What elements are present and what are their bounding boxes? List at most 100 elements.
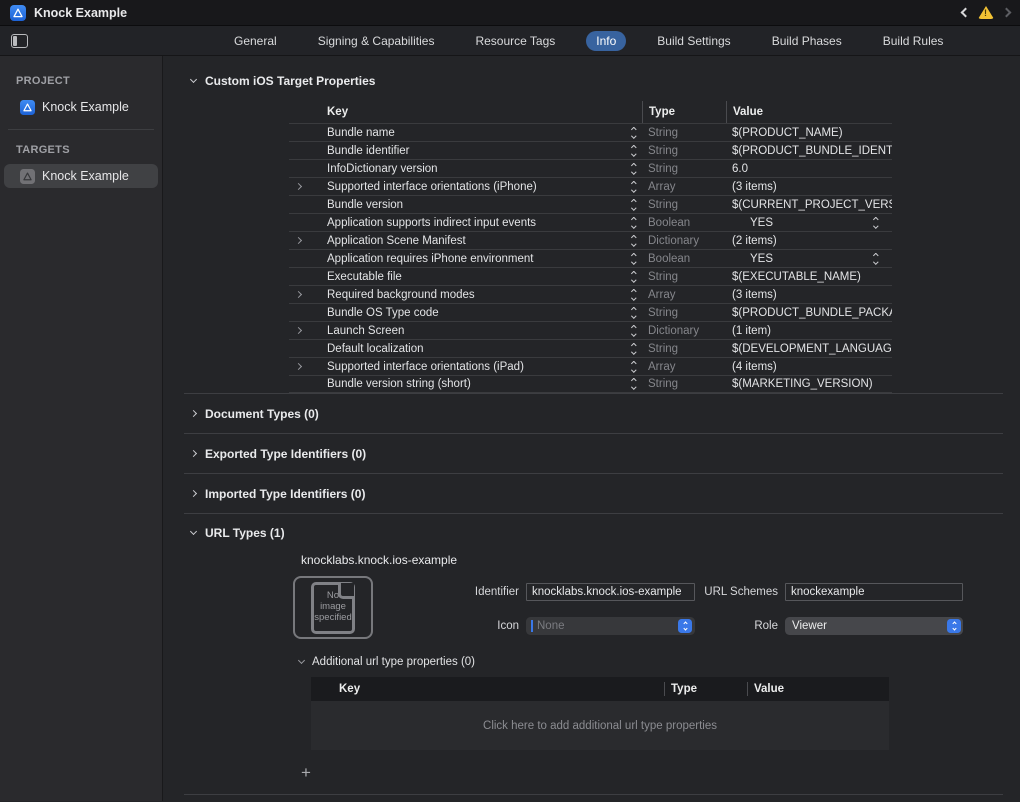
key-stepper-icon[interactable] [632,236,636,246]
back-icon[interactable] [961,8,971,18]
add-url-type-button[interactable]: + [297,763,315,783]
key-stepper-icon[interactable] [632,218,636,228]
property-value[interactable]: $(CURRENT_PROJECT_VERS [726,199,892,211]
property-row-infodictionary-version[interactable]: InfoDictionary versionString6.0 [289,159,892,177]
property-type-label[interactable]: Array [642,289,726,301]
property-type-label[interactable]: Dictionary [642,325,726,337]
property-row-supported-interface-orientations-iphone[interactable]: Supported interface orientations (iPhone… [289,177,892,195]
property-value[interactable]: $(PRODUCT_BUNDLE_PACKA [726,307,892,319]
icon-popup[interactable]: None [526,617,695,635]
add-properties-placeholder[interactable]: Click here to add additional url type pr… [311,701,889,750]
property-row-supported-interface-orientations-ipad[interactable]: Supported interface orientations (iPad)A… [289,357,892,375]
section-exported-type-identifiers-0[interactable]: Exported Type Identifiers (0) [163,434,1020,473]
identifier-field[interactable] [526,583,695,601]
property-row-required-background-modes[interactable]: Required background modesArray(3 items) [289,285,892,303]
value-stepper-icon[interactable] [874,218,878,228]
property-row-executable-file[interactable]: Executable fileString$(EXECUTABLE_NAME) [289,267,892,285]
property-value[interactable]: (1 item) [726,325,892,337]
property-type-label[interactable]: Boolean [642,217,726,229]
property-value[interactable]: (3 items) [726,181,892,193]
url-type-image-well[interactable]: Noimagespecified [293,576,373,639]
key-stepper-icon[interactable] [632,326,636,336]
property-value[interactable]: $(PRODUCT_NAME) [726,127,892,139]
chevron-right-icon[interactable] [190,450,197,457]
property-type-label[interactable]: String [642,271,726,283]
property-type-label[interactable]: String [642,307,726,319]
property-type-label[interactable]: Array [642,361,726,373]
key-stepper-icon[interactable] [632,146,636,156]
sidebar-item-knock-example[interactable]: Knock Example [4,164,158,188]
role-popup[interactable]: Viewer [785,617,963,635]
chevron-down-icon[interactable] [298,657,305,664]
tab-build-phases[interactable]: Build Phases [762,31,852,51]
section-custom-ios-target-properties[interactable]: Custom iOS Target Properties [163,56,1020,88]
property-row-bundle-os-type-code[interactable]: Bundle OS Type codeString$(PRODUCT_BUNDL… [289,303,892,321]
key-stepper-icon[interactable] [632,128,636,138]
key-stepper-icon[interactable] [632,254,636,264]
property-value[interactable]: YES [726,253,892,265]
key-stepper-icon[interactable] [632,308,636,318]
key-stepper-icon[interactable] [632,164,636,174]
section-document-types-0[interactable]: Document Types (0) [163,394,1020,433]
property-value[interactable]: (4 items) [726,361,892,373]
property-type-label[interactable]: String [642,145,726,157]
key-stepper-icon[interactable] [632,379,636,389]
property-row-bundle-version-string-short[interactable]: Bundle version string (short)String$(MAR… [289,375,892,393]
sidebar-toggle-icon[interactable] [11,34,28,48]
property-value[interactable]: $(DEVELOPMENT_LANGUAGI [726,343,892,355]
tab-info[interactable]: Info [586,31,626,51]
property-value[interactable]: (3 items) [726,289,892,301]
tab-general[interactable]: General [224,31,287,51]
property-row-launch-screen[interactable]: Launch ScreenDictionary(1 item) [289,321,892,339]
property-row-application-requires-iphone-environment[interactable]: Application requires iPhone environmentB… [289,249,892,267]
property-type-label[interactable]: String [642,378,726,390]
disclosure-chevron-icon[interactable] [295,291,302,298]
property-row-application-supports-indirect-input-events[interactable]: Application supports indirect input even… [289,213,892,231]
property-value[interactable]: $(EXECUTABLE_NAME) [726,271,892,283]
forward-icon[interactable] [1002,8,1012,18]
disclosure-chevron-icon[interactable] [295,327,302,334]
property-type-label[interactable]: Boolean [642,253,726,265]
property-type-label[interactable]: String [642,199,726,211]
property-type-label[interactable]: String [642,127,726,139]
key-stepper-icon[interactable] [632,344,636,354]
property-value[interactable]: 6.0 [726,163,892,175]
key-stepper-icon[interactable] [632,182,636,192]
property-type-label[interactable]: String [642,343,726,355]
chevron-down-icon[interactable] [190,76,197,83]
disclosure-chevron-icon[interactable] [295,363,302,370]
tab-build-settings[interactable]: Build Settings [647,31,740,51]
property-type-label[interactable]: Dictionary [642,235,726,247]
property-row-bundle-identifier[interactable]: Bundle identifierString$(PRODUCT_BUNDLE_… [289,141,892,159]
key-stepper-icon[interactable] [632,200,636,210]
tab-signing-capabilities[interactable]: Signing & Capabilities [308,31,445,51]
property-type-label[interactable]: Array [642,181,726,193]
tab-resource-tags[interactable]: Resource Tags [465,31,565,51]
chevron-right-icon[interactable] [190,490,197,497]
property-row-bundle-version[interactable]: Bundle versionString$(CURRENT_PROJECT_VE… [289,195,892,213]
property-row-application-scene-manifest[interactable]: Application Scene ManifestDictionary(2 i… [289,231,892,249]
property-type-label[interactable]: String [642,163,726,175]
section-title: Imported Type Identifiers (0) [205,487,365,501]
property-value[interactable]: $(PRODUCT_BUNDLE_IDENT [726,145,892,157]
key-stepper-icon[interactable] [632,290,636,300]
property-value[interactable]: $(MARKETING_VERSION) [726,378,892,390]
property-row-default-localization[interactable]: Default localizationString$(DEVELOPMENT_… [289,339,892,357]
property-value[interactable]: YES [726,217,892,229]
key-stepper-icon[interactable] [632,272,636,282]
value-stepper-icon[interactable] [874,254,878,264]
disclosure-chevron-icon[interactable] [295,183,302,190]
key-stepper-icon[interactable] [632,362,636,372]
tab-build-rules[interactable]: Build Rules [873,31,954,51]
url-schemes-field[interactable] [785,583,963,601]
property-row-bundle-name[interactable]: Bundle nameString$(PRODUCT_NAME) [289,123,892,141]
section-imported-type-identifiers-0[interactable]: Imported Type Identifiers (0) [163,474,1020,513]
additional-url-properties-header[interactable]: Additional url type properties (0) [293,656,893,668]
sidebar-item-knock-example[interactable]: Knock Example [4,95,158,119]
chevron-down-icon[interactable] [190,528,197,535]
chevron-right-icon[interactable] [190,410,197,417]
disclosure-chevron-icon[interactable] [295,237,302,244]
property-value[interactable]: (2 items) [726,235,892,247]
section-url-types[interactable]: URL Types (1) [163,514,1020,540]
warning-icon[interactable] [978,6,994,19]
